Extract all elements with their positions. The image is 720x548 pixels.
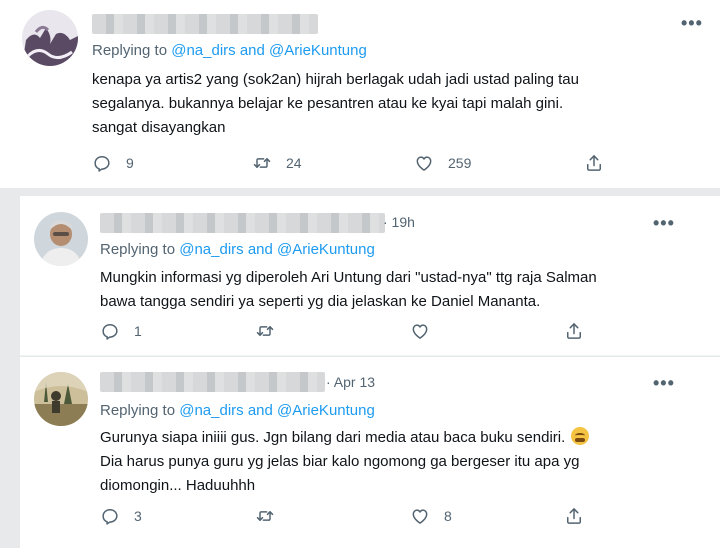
retweet-button[interactable] xyxy=(255,320,275,342)
mention-and: and xyxy=(243,402,278,419)
avatar[interactable] xyxy=(34,212,88,266)
like-button[interactable]: 8 xyxy=(410,505,452,527)
reply-count: 3 xyxy=(134,508,142,524)
mention-na-dirs[interactable]: @na_dirs xyxy=(179,402,243,419)
tweet-1[interactable]: ••• Replying to @na_dirs and @ArieKuntun… xyxy=(0,0,720,188)
share-icon xyxy=(564,506,584,526)
reply-icon xyxy=(100,321,120,341)
reply-count: 9 xyxy=(126,155,134,171)
display-name[interactable] xyxy=(100,213,385,233)
like-count: 8 xyxy=(444,508,452,524)
retweet-icon xyxy=(255,506,275,526)
replying-to-label: Replying to xyxy=(92,42,172,59)
tweet-line: kenapa ya artis2 yang (sok2an) hijrah be… xyxy=(92,71,579,88)
loudly-crying-face-icon xyxy=(571,427,590,445)
like-button[interactable] xyxy=(410,320,430,342)
like-button[interactable]: 259 xyxy=(414,152,471,174)
reply-icon xyxy=(92,153,112,173)
reply-button[interactable]: 9 xyxy=(92,152,134,174)
mention-na-dirs[interactable]: @na_dirs xyxy=(171,42,235,59)
tweet-text: Gurunya siapa iniiii gus. Jgn bilang dar… xyxy=(100,426,590,498)
display-name[interactable] xyxy=(100,372,325,392)
replying-to: Replying to @na_dirs and @ArieKuntung xyxy=(100,241,375,258)
share-icon xyxy=(564,321,584,341)
replying-to-label: Replying to xyxy=(100,402,180,419)
tweet-line: Gurunya siapa iniiii gus. Jgn bilang dar… xyxy=(100,426,590,450)
tweet-line: Mungkin informasi yg diperoleh Ari Untun… xyxy=(100,269,597,286)
mention-ariekuntung[interactable]: @ArieKuntung xyxy=(277,402,375,419)
timestamp[interactable]: · Apr 13 xyxy=(326,374,375,390)
retweet-icon xyxy=(252,153,272,173)
timestamp[interactable]: · 19h xyxy=(383,214,415,230)
tweet-text: kenapa ya artis2 yang (sok2an) hijrah be… xyxy=(92,68,579,140)
tweet-text: Mungkin informasi yg diperoleh Ari Untun… xyxy=(100,266,597,314)
reply-icon xyxy=(100,506,120,526)
tweet-line: bawa tangga sendiri ya seperti yg dia je… xyxy=(100,293,541,310)
share-button[interactable] xyxy=(564,320,584,342)
share-button[interactable] xyxy=(564,505,584,527)
tweet-3[interactable]: · Apr 13 ••• Replying to @na_dirs and @A… xyxy=(20,357,720,548)
mention-ariekuntung[interactable]: @ArieKuntung xyxy=(277,241,375,258)
more-icon[interactable]: ••• xyxy=(681,14,703,32)
share-icon xyxy=(584,153,604,173)
like-icon xyxy=(414,153,434,173)
retweet-icon xyxy=(255,321,275,341)
avatar[interactable] xyxy=(22,10,78,66)
tweet-2[interactable]: · 19h ••• Replying to @na_dirs and @Arie… xyxy=(20,196,720,356)
mention-and: and xyxy=(243,241,278,258)
tweet-line: sangat disayangkan xyxy=(92,119,226,136)
reply-button[interactable]: 3 xyxy=(100,505,142,527)
tweet-line: diomongin... Haduuhhh xyxy=(100,477,256,494)
like-icon xyxy=(410,321,430,341)
replying-to: Replying to @na_dirs and @ArieKuntung xyxy=(100,402,375,419)
mention-na-dirs[interactable]: @na_dirs xyxy=(179,241,243,258)
share-button[interactable] xyxy=(584,152,604,174)
tweet-line: Dia harus punya guru yg jelas biar kalo … xyxy=(100,453,580,470)
retweet-count: 24 xyxy=(286,155,302,171)
like-count: 259 xyxy=(448,155,472,171)
tweet-line-text: Gurunya siapa iniiii gus. Jgn bilang dar… xyxy=(100,429,566,446)
mention-and: and xyxy=(235,42,270,59)
replying-to: Replying to @na_dirs and @ArieKuntung xyxy=(92,42,367,59)
retweet-button[interactable] xyxy=(255,505,275,527)
replying-to-label: Replying to xyxy=(100,241,180,258)
display-name[interactable] xyxy=(92,14,318,34)
reply-count: 1 xyxy=(134,323,142,339)
more-icon[interactable]: ••• xyxy=(653,214,675,232)
reply-button[interactable]: 1 xyxy=(100,320,142,342)
like-icon xyxy=(410,506,430,526)
retweet-button[interactable]: 24 xyxy=(252,152,302,174)
more-icon[interactable]: ••• xyxy=(653,374,675,392)
mention-ariekuntung[interactable]: @ArieKuntung xyxy=(269,42,367,59)
avatar[interactable] xyxy=(34,372,88,426)
tweet-line: segalanya. bukannya belajar ke pesantren… xyxy=(92,95,564,112)
